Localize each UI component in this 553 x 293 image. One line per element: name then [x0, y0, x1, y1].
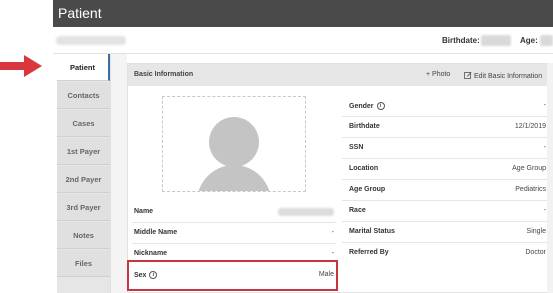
field-gender: Gender i - [349, 102, 546, 112]
panel-title: Basic Information [134, 71, 194, 78]
gender-value: - [543, 102, 546, 109]
sex-field-highlight [127, 260, 338, 291]
tab-1st-payer[interactable]: 1st Payer [57, 138, 110, 165]
gender-label: Gender [349, 102, 374, 110]
birthdate-label: Birthdate [349, 123, 380, 130]
tab-3rd-payer[interactable]: 3rd Payer [57, 194, 110, 221]
divider [342, 137, 548, 138]
field-marital-status: Marital Status Single [349, 228, 546, 238]
location-value: Age Group [512, 165, 546, 172]
marital-status-value: Single [526, 228, 546, 235]
nickname-value: - [331, 250, 334, 257]
ssn-label: SSN [349, 144, 364, 151]
age-group-label: Age Group [349, 186, 386, 193]
referred-by-value: Doctor [525, 249, 546, 256]
field-middle-name: Middle Name - [134, 229, 334, 239]
panel-header: Basic Information + Photo Edit Basic Inf… [128, 64, 549, 86]
sidebar: Patient Contacts Cases 1st Payer 2nd Pay… [57, 54, 110, 293]
location-label: Location [349, 165, 379, 172]
patient-name-redacted [56, 36, 126, 45]
field-nickname: Nickname - [134, 250, 334, 260]
tab-contacts[interactable]: Contacts [57, 82, 110, 109]
tab-patient[interactable]: Patient [57, 54, 110, 81]
gender-label-wrap: Gender i [349, 102, 385, 110]
birthdate-value: 12/1/2019 [514, 123, 546, 130]
middle-name-label: Middle Name [134, 229, 178, 236]
field-ssn: SSN - [349, 144, 546, 154]
sidebar-gutter [110, 54, 127, 293]
avatar-body [197, 165, 271, 191]
add-photo-button[interactable]: + Photo [426, 71, 450, 78]
race-value: - [543, 207, 546, 214]
tab-files[interactable]: Files [57, 250, 110, 277]
ssn-value: - [543, 144, 546, 151]
edit-icon [464, 72, 472, 79]
name-value-redacted [278, 208, 334, 216]
divider [342, 179, 548, 180]
birthdate-summary-redacted [481, 35, 511, 46]
patient-summary-bar: Birthdate: Age: [53, 27, 553, 54]
field-birthdate: Birthdate 12/1/2019 [349, 123, 546, 133]
basic-information-panel: Basic Information + Photo Edit Basic Inf… [127, 63, 550, 293]
scrollbar-track[interactable] [547, 63, 553, 293]
name-label: Name [134, 208, 154, 215]
divider [132, 222, 336, 223]
race-label: Race [349, 207, 366, 214]
edit-basic-information-button[interactable]: Edit Basic Information [464, 71, 542, 80]
patient-photo-placeholder[interactable] [162, 96, 306, 192]
edit-basic-information-label: Edit Basic Information [474, 73, 543, 80]
nickname-label: Nickname [134, 250, 168, 257]
divider [342, 221, 548, 222]
divider [132, 243, 336, 244]
referred-by-label: Referred By [349, 249, 389, 256]
field-race: Race - [349, 207, 546, 217]
tab-2nd-payer[interactable]: 2nd Payer [57, 166, 110, 193]
divider [342, 242, 548, 243]
divider [342, 200, 548, 201]
field-location: Location Age Group [349, 165, 546, 175]
app-header: Patient [53, 0, 553, 27]
field-age-group: Age Group Pediatrics [349, 186, 546, 196]
info-icon[interactable]: i [376, 102, 385, 110]
marital-status-label: Marital Status [349, 228, 395, 235]
divider [342, 116, 548, 117]
age-summary-label: Age: [520, 36, 538, 45]
divider [342, 158, 548, 159]
birthdate-summary-label: Birthdate: [442, 36, 480, 45]
field-name: Name [134, 208, 334, 218]
age-summary-redacted [540, 35, 553, 46]
middle-name-value: - [331, 229, 334, 236]
callout-arrow-icon [0, 55, 42, 77]
tab-notes[interactable]: Notes [57, 222, 110, 249]
page-title: Patient [58, 5, 102, 21]
age-group-value: Pediatrics [515, 186, 546, 193]
field-referred-by: Referred By Doctor [349, 249, 546, 259]
avatar-head [209, 117, 259, 167]
tab-cases[interactable]: Cases [57, 110, 110, 137]
